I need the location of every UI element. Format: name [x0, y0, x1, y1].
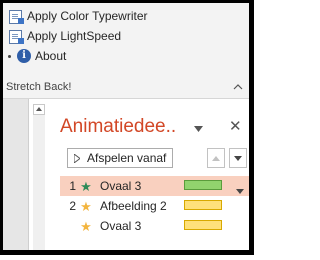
animation-target-name: Afbeelding 2 — [100, 199, 167, 213]
chevron-up-icon — [212, 156, 220, 161]
play-from-label: Afspelen vanaf — [87, 151, 167, 165]
about-button[interactable]: i About — [8, 47, 67, 65]
star-emphasis-effect-icon: ★ — [80, 198, 92, 214]
slide-area — [3, 99, 29, 250]
info-icon: i — [17, 49, 31, 63]
animation-list-item[interactable]: ★ Ovaal 3 — [60, 216, 249, 236]
star-entrance-effect-icon: ★ — [80, 178, 92, 194]
about-label: About — [35, 49, 67, 63]
animation-list-item[interactable]: 1 ★ Ovaal 3 — [60, 176, 249, 196]
animation-target-name: Ovaal 3 — [100, 179, 142, 193]
scrollbar-track[interactable] — [33, 115, 45, 250]
play-icon — [74, 153, 80, 163]
chevron-down-icon — [234, 156, 242, 161]
move-down-button[interactable] — [229, 148, 247, 168]
timeline-bar — [184, 200, 222, 210]
move-up-button[interactable] — [207, 148, 225, 168]
pane-options-chevron-down-icon[interactable] — [194, 121, 203, 132]
animation-list-item[interactable]: 2 ★ Afbeelding 2 — [60, 196, 249, 216]
apply-color-typewriter-label: Apply Color Typewriter — [27, 9, 148, 23]
app-window: Apply Color Typewriter Apply LightSpeed … — [0, 0, 254, 255]
animation-target-name: Ovaal 3 — [100, 219, 142, 233]
add-in-doc-icon — [9, 9, 24, 24]
add-in-doc-icon — [9, 29, 24, 44]
close-pane-button[interactable]: ✕ — [229, 117, 242, 135]
play-from-button[interactable]: Afspelen vanaf — [67, 148, 173, 168]
collapse-ribbon-caret-icon[interactable] — [233, 83, 243, 93]
chevron-down-icon[interactable] — [236, 183, 244, 194]
overflow-dot — [8, 55, 11, 58]
timeline-bar — [184, 220, 222, 230]
ribbon: Apply Color Typewriter Apply LightSpeed … — [3, 3, 249, 99]
animation-order-number: 2 — [69, 199, 76, 213]
animation-order-number: 1 — [69, 179, 76, 193]
apply-lightspeed-button[interactable]: Apply LightSpeed — [9, 27, 121, 45]
apply-lightspeed-label: Apply LightSpeed — [27, 29, 122, 43]
star-emphasis-effect-icon: ★ — [80, 218, 92, 234]
timeline-bar — [184, 180, 222, 190]
ribbon-group-label: Stretch Back! — [6, 81, 72, 93]
pane-title: Animatiedee.. — [60, 116, 177, 137]
apply-color-typewriter-button[interactable]: Apply Color Typewriter — [9, 7, 148, 25]
scroll-up-button[interactable] — [33, 104, 45, 115]
